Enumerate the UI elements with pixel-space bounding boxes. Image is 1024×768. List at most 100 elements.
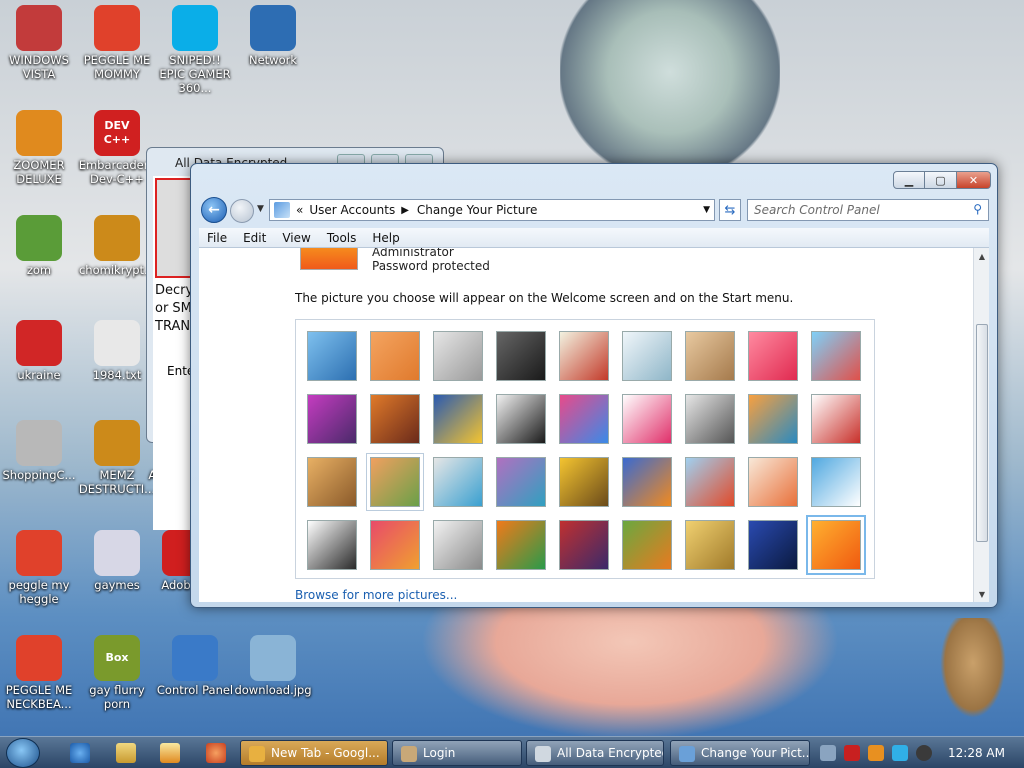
- taskbar-button[interactable]: Change Your Pict...: [670, 740, 810, 766]
- desktop-icon[interactable]: PEGGLE ME NECKBEA...: [0, 635, 78, 711]
- picture-option-crayons[interactable]: [559, 394, 609, 444]
- picture-option-spiral[interactable]: [685, 520, 735, 570]
- picture-option-roller-coaster[interactable]: [307, 331, 357, 381]
- breadcrumb-separator-icon[interactable]: ▶: [401, 205, 409, 216]
- recent-pages-dropdown[interactable]: ▼: [257, 204, 264, 214]
- close-button[interactable]: ✕: [957, 171, 991, 189]
- clock[interactable]: 12:28 AM: [948, 746, 1005, 760]
- desktop-icon[interactable]: ZOOMER DELUXE: [0, 110, 78, 186]
- picture-option-gyroscope[interactable]: [622, 331, 672, 381]
- picture-option-pencils[interactable]: [370, 520, 420, 570]
- picture-option-tin-robot[interactable]: [433, 457, 483, 507]
- breadcrumb-prefix[interactable]: «: [296, 203, 303, 217]
- picture-option-starfish[interactable]: [370, 331, 420, 381]
- picture-option-leaf[interactable]: [433, 394, 483, 444]
- media-player-icon[interactable]: [160, 743, 180, 763]
- desktop-icon[interactable]: Network: [234, 5, 312, 67]
- tray-antivirus-icon[interactable]: [844, 745, 860, 761]
- vertical-scrollbar[interactable]: ▲ ▼: [973, 248, 989, 602]
- search-input[interactable]: Search Control Panel ⚲: [747, 199, 989, 221]
- picture-option-jacks[interactable]: [685, 394, 735, 444]
- taskbar-button[interactable]: Login: [392, 740, 522, 766]
- menu-file[interactable]: File: [199, 231, 235, 245]
- task-label: Login: [423, 746, 456, 760]
- desktop-icon[interactable]: ukraine: [0, 320, 78, 382]
- desktop-icon[interactable]: peggle my heggle: [0, 530, 78, 606]
- picture-option-lighthouse[interactable]: [748, 520, 798, 570]
- picture-option-ornament[interactable]: [748, 457, 798, 507]
- picture-option-soccer-ball[interactable]: [307, 520, 357, 570]
- internet-explorer-icon[interactable]: [70, 743, 90, 763]
- desktop-icon[interactable]: PEGGLE ME MOMMY: [78, 5, 156, 81]
- scroll-down-icon[interactable]: ▼: [974, 586, 990, 602]
- picture-option-textile[interactable]: [559, 520, 609, 570]
- breadcrumb-change-picture[interactable]: Change Your Picture: [417, 203, 537, 217]
- menu-help[interactable]: Help: [364, 231, 407, 245]
- picture-option-stairs[interactable]: [748, 394, 798, 444]
- desktop-icon[interactable]: WINDOWS VISTA: [0, 5, 78, 81]
- browse-more-pictures-link[interactable]: Browse for more pictures...: [295, 588, 457, 602]
- scroll-up-icon[interactable]: ▲: [974, 248, 990, 264]
- desktop-icon[interactable]: Box gay flurry porn: [78, 635, 156, 711]
- picture-option-fish[interactable]: [622, 457, 672, 507]
- picture-option-hot-air-balloon[interactable]: [685, 457, 735, 507]
- menu-tools[interactable]: Tools: [319, 231, 365, 245]
- desktop-icon[interactable]: DEV C++ Embarcadero Dev-C++: [78, 110, 156, 186]
- tray-record-icon[interactable]: [916, 745, 932, 761]
- vista-icon: [16, 5, 62, 51]
- desktop-icon[interactable]: ShoppingC...: [0, 420, 78, 482]
- search-icon[interactable]: ⚲: [973, 202, 982, 216]
- menu-bar: File Edit View Tools Help: [199, 228, 989, 248]
- picture-option-orange-daisy[interactable]: [806, 515, 866, 575]
- desktop-icon[interactable]: Control Panel: [156, 635, 234, 697]
- picture-option-guitar[interactable]: [307, 457, 357, 507]
- refresh-button[interactable]: ⇆: [719, 199, 741, 221]
- picture-option-pinwheel[interactable]: [811, 331, 861, 381]
- picture-option-marbles[interactable]: [433, 520, 483, 570]
- picture-option-lucky-cat[interactable]: [559, 331, 609, 381]
- folder-icon: [94, 530, 140, 576]
- picture-option-flower[interactable]: [748, 331, 798, 381]
- picture-option-scarves[interactable]: [496, 457, 546, 507]
- maximize-button[interactable]: ▢: [925, 171, 957, 189]
- picture-option-sunflower[interactable]: [559, 457, 609, 507]
- picture-option-star-lantern[interactable]: [622, 394, 672, 444]
- desktop-icon[interactable]: chomikrypt...: [78, 215, 156, 277]
- menu-edit[interactable]: Edit: [235, 231, 274, 245]
- forward-button[interactable]: [230, 199, 254, 223]
- picture-option-ball[interactable]: [307, 394, 357, 444]
- picture-option-fabric[interactable]: [370, 394, 420, 444]
- address-dropdown-icon[interactable]: ▼: [703, 205, 710, 215]
- picture-option-butterfly[interactable]: [622, 520, 672, 570]
- back-button[interactable]: ←: [201, 197, 227, 223]
- paint-icon[interactable]: [206, 743, 226, 763]
- start-button[interactable]: [6, 738, 40, 768]
- tray-search-icon[interactable]: [868, 745, 884, 761]
- taskbar-button[interactable]: New Tab - Googl...: [240, 740, 388, 766]
- explorer-folder-icon[interactable]: [116, 743, 136, 763]
- picture-option-dog-border-collie[interactable]: [496, 394, 546, 444]
- desktop-icon[interactable]: SNIPED!! EPIC GAMER 360...: [156, 5, 234, 95]
- desktop-icon[interactable]: download.jpg: [234, 635, 312, 697]
- scroll-thumb[interactable]: [976, 324, 988, 542]
- picture-option-sailboat[interactable]: [811, 457, 861, 507]
- desktop-icon[interactable]: gaymes: [78, 530, 156, 592]
- taskbar-button[interactable]: All Data Encrypted: [526, 740, 664, 766]
- picture-option-vinyl-record[interactable]: [496, 331, 546, 381]
- desktop-icon[interactable]: zom: [0, 215, 78, 277]
- address-bar[interactable]: « User Accounts ▶ Change Your Picture ▼: [269, 199, 715, 221]
- picture-option-pomeranian[interactable]: [366, 453, 424, 511]
- breadcrumb-user-accounts[interactable]: User Accounts: [309, 203, 395, 217]
- minimize-button[interactable]: ▁: [893, 171, 925, 189]
- tray-network-icon[interactable]: [820, 745, 836, 761]
- picture-option-robot-toy[interactable]: [433, 331, 483, 381]
- tray-display-icon[interactable]: [892, 745, 908, 761]
- change-picture-window[interactable]: ▁ ▢ ✕ ← ▼ « User Accounts ▶ Change Your …: [190, 163, 998, 608]
- desktop-icon-label: gaymes: [94, 578, 140, 592]
- picture-option-paper-crane[interactable]: [811, 394, 861, 444]
- desktop-icon[interactable]: MEMZ DESTRUCTI...: [78, 420, 156, 496]
- picture-option-window-frame[interactable]: [496, 520, 546, 570]
- desktop-icon[interactable]: 1984.txt: [78, 320, 156, 382]
- menu-view[interactable]: View: [274, 231, 318, 245]
- picture-option-kitten[interactable]: [685, 331, 735, 381]
